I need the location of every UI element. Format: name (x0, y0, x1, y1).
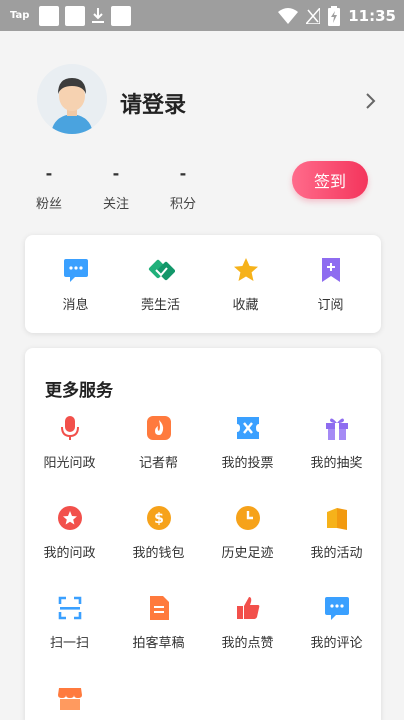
wifi-icon (278, 7, 299, 24)
service-label: 我的问政 (43, 546, 96, 561)
stat-value: - (179, 164, 187, 183)
wallet-icon: $ (146, 506, 171, 530)
stat-label: 粉丝 (35, 197, 62, 212)
battery-icon (328, 5, 341, 26)
status-bar: Tap 11:35 (0, 0, 404, 31)
service-label: 历史足迹 (221, 546, 274, 561)
handshake-icon (148, 259, 175, 280)
service-label: 我的抽奖 (310, 456, 363, 471)
download-icon (91, 7, 105, 25)
service-label: 记者帮 (138, 456, 178, 471)
services-card: 更多服务 阳光问政 记者帮 我的投票 我的抽奖 我的问政 $ 我的钱包 历史足迹… (25, 348, 381, 720)
store-icon (57, 688, 82, 710)
stat-label: 关注 (102, 197, 129, 212)
service-my-comments[interactable]: 我的评论 (292, 594, 381, 651)
avatar[interactable] (37, 64, 107, 134)
stat-fans[interactable]: - 粉丝 (24, 164, 74, 213)
scan-icon (58, 596, 81, 620)
thumbs-up-icon (236, 597, 259, 619)
document-icon (149, 596, 169, 620)
tap-label: Tap (10, 10, 30, 21)
quick-action-label: 消息 (62, 297, 89, 313)
service-label: 我的活动 (310, 546, 363, 561)
gift-icon (325, 418, 348, 440)
service-scan[interactable]: 扫一扫 (25, 594, 114, 651)
status-right: 11:35 (278, 5, 396, 26)
service-sunshine-politics[interactable]: 阳光问政 (25, 414, 114, 471)
service-drafts[interactable]: 拍客草稿 (114, 594, 203, 651)
star-badge-icon (57, 506, 82, 530)
service-my-politics[interactable]: 我的问政 (25, 504, 114, 561)
stat-value: - (112, 164, 120, 183)
service-label: 我的投票 (221, 456, 274, 471)
login-prompt[interactable]: 请登录 (120, 87, 186, 119)
quick-actions-card: 消息 莞生活 收藏 订阅 (25, 235, 381, 333)
quick-action-label: 莞生活 (140, 297, 180, 313)
flag-icon (326, 508, 347, 530)
message-icon (63, 258, 88, 282)
notification-square-icon (39, 5, 60, 26)
service-history[interactable]: 历史足迹 (203, 504, 292, 561)
clock-time: 11:35 (348, 6, 396, 25)
checkin-button[interactable]: 签到 (292, 161, 368, 199)
service-label: 扫一扫 (49, 636, 89, 651)
star-icon (233, 257, 258, 281)
status-left: Tap (10, 5, 132, 26)
notification-square-icon (65, 5, 86, 26)
quick-action-message[interactable]: 消息 (40, 256, 112, 313)
chevron-right-icon[interactable] (363, 91, 379, 111)
service-label: 拍客草稿 (132, 636, 185, 651)
service-label: 阳光问政 (43, 456, 96, 471)
service-store[interactable] (25, 684, 114, 720)
vote-icon (236, 417, 259, 439)
no-signal-icon (306, 7, 321, 24)
service-my-likes[interactable]: 我的点赞 (203, 594, 292, 651)
stat-points[interactable]: - 积分 (158, 164, 208, 213)
stat-label: 积分 (169, 197, 196, 212)
quick-action-favorites[interactable]: 收藏 (210, 256, 282, 313)
clock-icon (235, 506, 260, 530)
service-reporter-help[interactable]: 记者帮 (114, 414, 203, 471)
quick-action-subscribe[interactable]: 订阅 (295, 256, 367, 313)
service-my-activities[interactable]: 我的活动 (292, 504, 381, 561)
service-label: 我的钱包 (132, 546, 185, 561)
services-title: 更多服务 (45, 381, 113, 401)
profile-section: 请登录 - 粉丝 - 关注 - 积分 签到 (0, 31, 404, 231)
notification-square-icon (111, 5, 132, 26)
stat-value: - (45, 164, 53, 183)
service-label: 我的点赞 (221, 636, 274, 651)
svg-text:$: $ (154, 511, 164, 527)
service-my-wallet[interactable]: $ 我的钱包 (114, 504, 203, 561)
stat-following[interactable]: - 关注 (91, 164, 141, 213)
quick-action-label: 收藏 (232, 297, 259, 313)
comment-icon (324, 597, 349, 620)
fire-icon (146, 416, 171, 440)
service-my-lottery[interactable]: 我的抽奖 (292, 414, 381, 471)
quick-action-label: 订阅 (317, 297, 344, 313)
bookmark-plus-icon (321, 257, 340, 282)
quick-action-life[interactable]: 莞生活 (125, 256, 197, 313)
service-label: 我的评论 (310, 636, 363, 651)
microphone-icon (60, 416, 79, 440)
service-my-votes[interactable]: 我的投票 (203, 414, 292, 471)
